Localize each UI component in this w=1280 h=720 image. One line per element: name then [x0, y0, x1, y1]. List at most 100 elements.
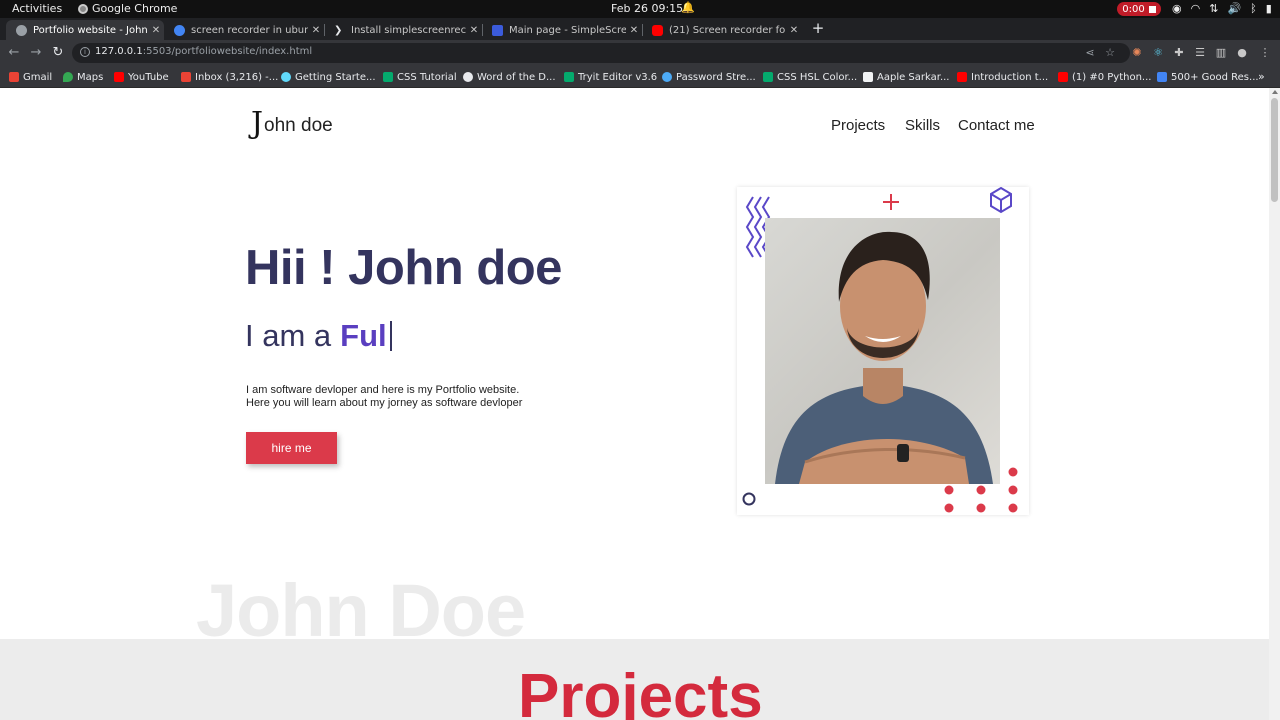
- bookmark-tryit-editor[interactable]: Tryit Editor v3.6: [564, 70, 657, 84]
- google-icon: [174, 24, 185, 36]
- typed-role: Ful: [340, 318, 387, 353]
- hero-title: Hii ! John doe: [245, 241, 562, 295]
- bookmark-css-tutorial[interactable]: CSS Tutorial: [383, 70, 457, 84]
- tab-portfolio[interactable]: Portfolio website - John ✕: [6, 20, 164, 40]
- bluetooth-icon: ᛒ: [1250, 2, 1257, 15]
- page-scrollbar[interactable]: [1269, 88, 1280, 720]
- network-icon: ⇅: [1209, 2, 1219, 15]
- side-panel-icon[interactable]: ▥: [1215, 47, 1227, 59]
- tab-title: screen recorder in ubuntu: [191, 24, 308, 36]
- hire-me-button[interactable]: hire me: [246, 432, 337, 464]
- tab-title: Install simplescreenrecor: [351, 24, 466, 36]
- tab-screen-recorder-search[interactable]: screen recorder in ubuntu ✕: [164, 20, 324, 40]
- bookmark-introduction[interactable]: Introduction t...: [957, 70, 1048, 84]
- nav-contact-me[interactable]: Contact me: [958, 117, 1035, 134]
- app-menu[interactable]: Google Chrome: [78, 2, 177, 15]
- browser-toolbar: ← → ↻ i 127.0.0.1:5503/portfoliowebsite/…: [0, 40, 1280, 66]
- globe-icon: [16, 24, 27, 36]
- site-logo[interactable]: J ohn doe: [251, 109, 333, 139]
- maps-icon: [63, 72, 73, 82]
- bookmark-inbox[interactable]: Inbox (3,216) -...: [181, 70, 278, 84]
- scrollbar-thumb[interactable]: [1271, 98, 1278, 202]
- extensions-puzzle-icon[interactable]: ✚: [1173, 47, 1185, 59]
- w3schools-icon: [383, 72, 393, 82]
- close-icon[interactable]: ✕: [466, 25, 482, 36]
- profile-photo-frame: [737, 187, 1029, 515]
- plus-decoration: [883, 194, 899, 210]
- bookmark-word-of-the-day[interactable]: Word of the D...: [463, 70, 556, 84]
- reload-button[interactable]: ↻: [49, 44, 67, 62]
- tab-youtube-screen-recorder[interactable]: (21) Screen recorder for u ✕: [642, 20, 802, 40]
- terminal-icon: ❯: [334, 24, 343, 36]
- volume-icon: 🔊: [1227, 2, 1242, 15]
- profile-avatar-icon[interactable]: ●: [1236, 47, 1248, 59]
- close-icon[interactable]: ✕: [308, 25, 324, 36]
- projects-section: Projects: [0, 639, 1269, 720]
- description-line: I am software devloper and here is my Po…: [246, 384, 520, 396]
- tab-simplescreen-main-page[interactable]: Main page - SimpleScreen ✕: [482, 20, 642, 40]
- hero-prefix: I am a: [245, 318, 332, 353]
- nav-projects[interactable]: Projects: [831, 117, 885, 134]
- url-path: :5503/portfoliowebsite/index.html: [142, 46, 313, 57]
- forward-button[interactable]: →: [27, 44, 45, 62]
- youtube-icon: [1058, 72, 1068, 82]
- url-host: 127.0.0.1: [95, 46, 143, 57]
- hero-subtitle: I am a Ful: [245, 318, 392, 354]
- w3schools-icon: [564, 72, 574, 82]
- scroll-up-arrow[interactable]: [1272, 90, 1278, 94]
- share-icon[interactable]: ⋖: [1084, 47, 1096, 59]
- url-text[interactable]: 127.0.0.1:5503/portfoliowebsite/index.ht…: [95, 46, 312, 57]
- close-icon[interactable]: ✕: [148, 25, 164, 36]
- app-name: Google Chrome: [92, 2, 178, 15]
- bookmark-password-strength[interactable]: Password Stre...: [662, 70, 756, 84]
- system-tray[interactable]: ◉ ◠ ⇅ 🔊 ᛒ ▮ ⏻: [1172, 2, 1280, 16]
- wifi-icon: ◠: [1190, 2, 1201, 15]
- extension-cookie-icon[interactable]: ✺: [1131, 47, 1143, 59]
- typing-caret: [389, 321, 392, 351]
- bookmark-gmail[interactable]: Gmail: [9, 70, 52, 84]
- site-icon: [463, 72, 473, 82]
- bookmark-aaple-sarkar[interactable]: Aaple Sarkar...: [863, 70, 950, 84]
- site-icon: [662, 72, 672, 82]
- document-icon: [863, 72, 873, 82]
- hero-description: I am software devloper and here is my Po…: [246, 384, 522, 410]
- recording-indicator[interactable]: 0:00: [1117, 2, 1161, 16]
- tab-strip: Portfolio website - John ✕ screen record…: [0, 18, 1280, 40]
- close-icon[interactable]: ✕: [626, 25, 642, 36]
- nav-skills[interactable]: Skills: [905, 117, 940, 134]
- bookmark-python[interactable]: (1) #0 Python...: [1058, 70, 1151, 84]
- clock[interactable]: Feb 26 09:15: [611, 2, 683, 15]
- bookmark-maps[interactable]: Maps: [63, 70, 103, 84]
- site-icon: [1157, 72, 1167, 82]
- bookmarks-bar: Gmail Maps YouTube Inbox (3,216) -... Ge…: [0, 66, 1280, 88]
- page-viewport: J ohn doe Projects Skills Contact me Hii…: [0, 88, 1280, 720]
- bookmark-getting-started[interactable]: Getting Starte...: [281, 70, 376, 84]
- bookmark-css-hsl-color[interactable]: CSS HSL Color...: [763, 70, 857, 84]
- gmail-icon: [181, 72, 191, 82]
- stop-icon: [1148, 5, 1156, 13]
- person-illustration: [775, 231, 993, 484]
- battery-icon: ▮: [1265, 2, 1272, 15]
- back-button[interactable]: ←: [5, 44, 23, 62]
- bell-icon: 🔔: [681, 1, 695, 14]
- youtube-icon: [652, 24, 663, 36]
- address-bar[interactable]: i 127.0.0.1:5503/portfoliowebsite/index.…: [72, 43, 1130, 63]
- bookmark-youtube[interactable]: YouTube: [114, 70, 169, 84]
- logo-text: ohn doe: [264, 115, 333, 136]
- info-icon[interactable]: i: [80, 47, 90, 57]
- menu-kebab-icon[interactable]: ⋮: [1259, 47, 1271, 59]
- tab-install-simplescreenrecorder[interactable]: ❯ Install simplescreenrecor ✕: [324, 20, 482, 40]
- reading-list-icon[interactable]: ☰: [1194, 47, 1206, 59]
- react-devtools-icon[interactable]: ⚛: [1152, 47, 1164, 59]
- bookmark-500-good-resources[interactable]: 500+ Good Res...: [1157, 70, 1259, 84]
- close-icon[interactable]: ✕: [786, 25, 802, 36]
- youtube-icon: [114, 72, 124, 82]
- chrome-status-icon: ◉: [1172, 2, 1182, 15]
- activities-button[interactable]: Activities: [12, 2, 62, 15]
- chrome-icon: [78, 3, 88, 14]
- bookmark-star-icon[interactable]: ☆: [1104, 47, 1116, 59]
- new-tab-button[interactable]: +: [810, 18, 826, 38]
- projects-heading: Projects: [518, 662, 763, 720]
- ring-decoration: [742, 492, 756, 506]
- more-bookmarks-icon[interactable]: »: [1258, 70, 1265, 83]
